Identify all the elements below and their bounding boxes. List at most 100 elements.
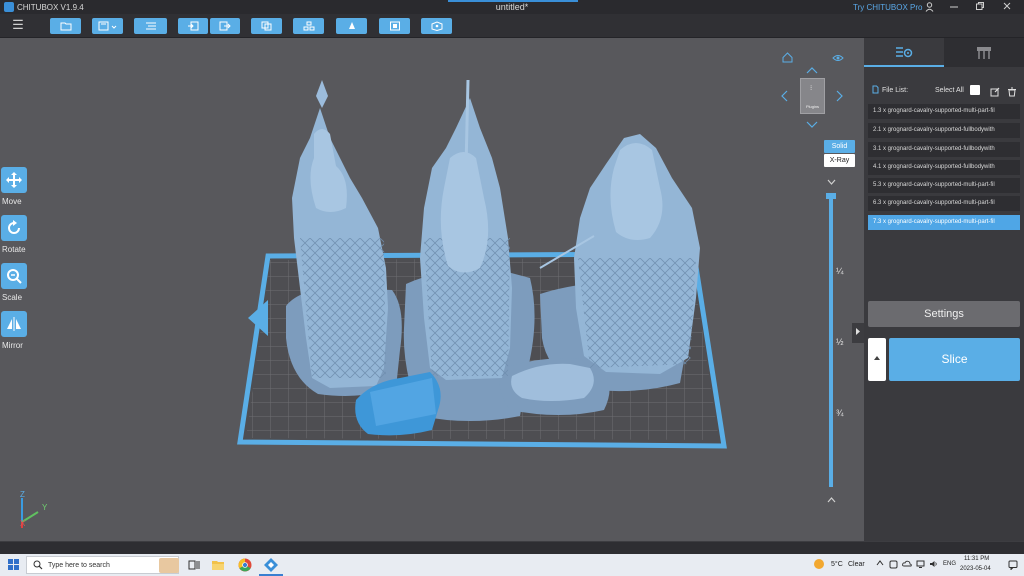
chevron-right-icon bbox=[856, 328, 860, 335]
navigation-cube[interactable]: ⁝ Plugins bbox=[800, 78, 825, 114]
move-label: Move bbox=[2, 197, 22, 206]
dig-hole-button[interactable] bbox=[421, 18, 452, 34]
restore-icon[interactable] bbox=[970, 1, 990, 13]
slice-dropdown-button[interactable] bbox=[868, 338, 886, 381]
panel-collapse-tab[interactable] bbox=[852, 323, 864, 343]
import-icon bbox=[188, 21, 199, 31]
solid-mode-button[interactable]: Solid bbox=[824, 140, 855, 153]
slider-up-chevron-icon[interactable] bbox=[827, 495, 836, 505]
user-icon[interactable] bbox=[925, 2, 934, 14]
mirror-tool[interactable] bbox=[1, 311, 27, 337]
export-button[interactable] bbox=[210, 18, 240, 34]
edit-icon[interactable] bbox=[990, 84, 1000, 102]
view-left-arrow-icon[interactable] bbox=[781, 90, 788, 105]
layer-slider-track[interactable] bbox=[829, 195, 833, 487]
3d-viewport[interactable]: Move Rotate Scale Mirror Z Y X ⁝ Plugins… bbox=[0, 38, 864, 541]
select-all-label: Select All bbox=[935, 87, 964, 94]
scale-icon bbox=[7, 269, 22, 284]
slider-collapse-chevron-icon[interactable] bbox=[827, 177, 836, 187]
file-settings-icon bbox=[896, 47, 913, 58]
file-list-label: File List: bbox=[882, 87, 909, 94]
file-list-item[interactable]: 4.1 x grognard-cavalry-supported-fullbod… bbox=[868, 160, 1020, 175]
layout-button[interactable] bbox=[293, 18, 324, 34]
xray-mode-button[interactable]: X-Ray bbox=[824, 154, 855, 167]
windows-taskbar: Type here to search 5°C Clear ENG 11:31 … bbox=[0, 554, 1024, 576]
move-tool[interactable] bbox=[1, 167, 27, 193]
volume-icon[interactable] bbox=[929, 560, 938, 570]
hollow-icon bbox=[389, 21, 400, 31]
support-icon bbox=[348, 22, 355, 29]
view-up-arrow-icon[interactable] bbox=[806, 66, 818, 77]
clock-time[interactable]: 11:31 PM bbox=[964, 556, 989, 562]
dig-hole-icon bbox=[431, 21, 442, 31]
slice-button[interactable]: Slice bbox=[889, 338, 1020, 381]
home-view-icon[interactable] bbox=[782, 52, 793, 66]
notification-icon[interactable] bbox=[1008, 560, 1018, 572]
search-placeholder: Type here to search bbox=[48, 562, 110, 569]
windows-start-icon[interactable] bbox=[8, 559, 19, 572]
export-icon bbox=[219, 21, 231, 31]
network-icon[interactable] bbox=[916, 560, 925, 570]
import-button[interactable] bbox=[178, 18, 208, 34]
weather-temperature[interactable]: 5°C bbox=[831, 561, 843, 568]
open-file-icon bbox=[60, 22, 71, 31]
task-view-icon[interactable] bbox=[186, 557, 202, 573]
tray-chevron-icon[interactable] bbox=[876, 560, 884, 568]
trash-icon[interactable] bbox=[1007, 84, 1017, 102]
save-dropdown-icon bbox=[98, 21, 116, 31]
slice-settings-button[interactable] bbox=[134, 18, 167, 34]
scale-tool[interactable] bbox=[1, 263, 27, 289]
support-tab-icon bbox=[977, 47, 991, 59]
slice-settings-icon bbox=[145, 22, 156, 30]
file-list-item[interactable]: 3.1 x grognard-cavalry-supported-fullbod… bbox=[868, 142, 1020, 157]
close-icon[interactable] bbox=[997, 1, 1017, 13]
clock-date[interactable]: 2023-05-04 bbox=[960, 566, 991, 572]
minimize-icon[interactable] bbox=[944, 1, 964, 13]
axis-z-label: Z bbox=[20, 490, 25, 499]
title-bar: CHITUBOX V1.9.4 untitled* Try CHITUBOX P… bbox=[0, 0, 1024, 14]
view-right-arrow-icon[interactable] bbox=[836, 90, 843, 105]
navcube-top-glyph: ⁝ bbox=[810, 85, 813, 92]
hollow-button[interactable] bbox=[379, 18, 410, 34]
select-all-checkbox[interactable] bbox=[970, 85, 980, 95]
right-panel: File List: Select All 1.3 x grognard-cav… bbox=[864, 38, 1024, 541]
language-indicator[interactable]: ENG bbox=[943, 561, 956, 567]
taskbar-search-input[interactable]: Type here to search bbox=[26, 556, 179, 574]
chevron-up-icon bbox=[874, 356, 880, 360]
view-down-arrow-icon[interactable] bbox=[806, 120, 818, 131]
save-dropdown-button[interactable] bbox=[92, 18, 123, 34]
chitubox-window: CHITUBOX V1.9.4 untitled* Try CHITUBOX P… bbox=[0, 0, 1024, 576]
weather-condition[interactable]: Clear bbox=[848, 561, 865, 568]
rotate-icon bbox=[8, 220, 20, 234]
build-plate-scene[interactable] bbox=[0, 38, 864, 541]
onedrive-icon[interactable] bbox=[902, 560, 912, 569]
file-list-item-selected[interactable]: 7.3 x grognard-cavalry-supported-multi-p… bbox=[868, 215, 1020, 230]
open-file-button[interactable] bbox=[50, 18, 81, 34]
file-explorer-icon[interactable] bbox=[210, 557, 226, 573]
slider-mark-three-quarter: ¾ bbox=[836, 408, 844, 418]
try-pro-link[interactable]: Try CHITUBOX Pro bbox=[853, 3, 922, 12]
layout-icon bbox=[303, 21, 314, 31]
copy-icon bbox=[261, 21, 271, 31]
file-list-item[interactable]: 6.3 x grognard-cavalry-supported-multi-p… bbox=[868, 196, 1020, 211]
tray-app-icon[interactable] bbox=[889, 560, 898, 571]
tab-support[interactable] bbox=[944, 38, 1024, 67]
file-list-item[interactable]: 2.1 x grognard-cavalry-supported-fullbod… bbox=[868, 123, 1020, 138]
eye-icon[interactable] bbox=[832, 54, 844, 65]
chitubox-icon[interactable] bbox=[263, 557, 279, 573]
weather-moon-icon bbox=[814, 559, 824, 569]
file-list-item[interactable]: 5.3 x grognard-cavalry-supported-multi-p… bbox=[868, 178, 1020, 193]
search-icon bbox=[33, 560, 43, 572]
chrome-icon[interactable] bbox=[237, 557, 253, 573]
scale-label: Scale bbox=[2, 293, 23, 302]
support-button[interactable] bbox=[336, 18, 367, 34]
mirror-label: Mirror bbox=[2, 341, 23, 350]
hamburger-icon[interactable]: ☰ bbox=[10, 17, 26, 33]
copy-button[interactable] bbox=[251, 18, 282, 34]
rotate-tool[interactable] bbox=[1, 215, 27, 241]
settings-button[interactable]: Settings bbox=[868, 301, 1020, 327]
status-strip bbox=[0, 541, 1024, 554]
tab-file-settings[interactable] bbox=[864, 38, 944, 67]
main-toolbar: ☰ bbox=[0, 14, 1024, 38]
file-list-item[interactable]: 1.3 x grognard-cavalry-supported-multi-p… bbox=[868, 104, 1020, 119]
